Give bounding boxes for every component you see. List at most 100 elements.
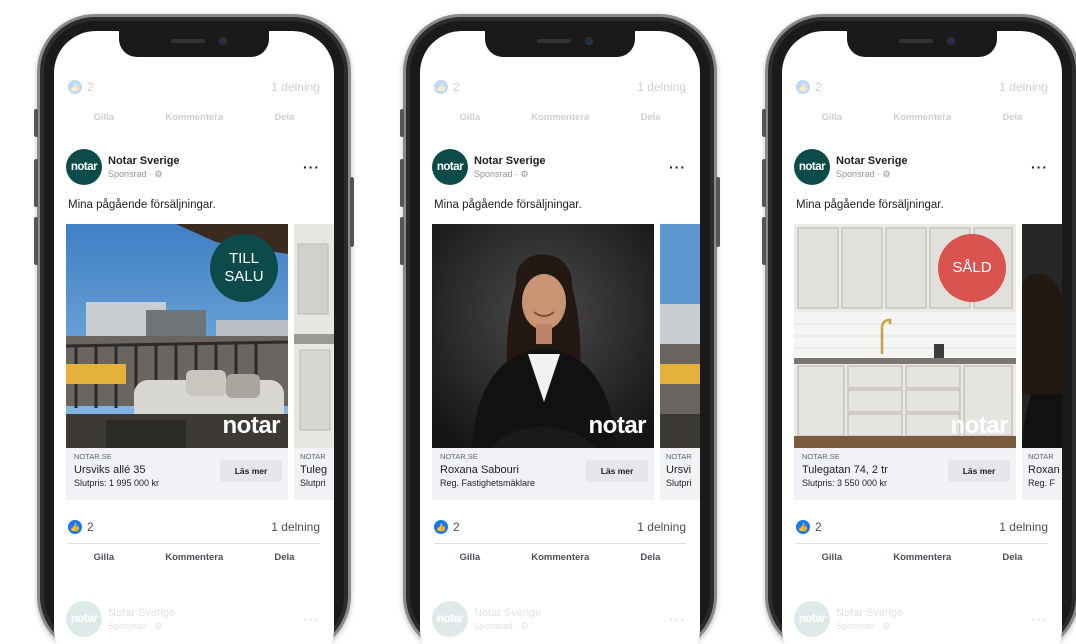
page-name: Notar Sverige [474, 606, 542, 619]
for-sale-badge: TILL SALU [210, 234, 278, 302]
ad-carousel[interactable]: SÅLD notar NOTAR.SE Tulegatan 74, 2 tr S… [794, 224, 1062, 500]
mute-switch [400, 109, 404, 137]
like-button[interactable]: Gilla [460, 552, 481, 563]
read-more-button[interactable]: Läs mer [948, 460, 1010, 482]
like-count: 2 [453, 80, 460, 94]
share-count[interactable]: 1 delning [271, 520, 320, 534]
like-count: 2 [453, 520, 460, 534]
like-reaction-icon: 👍 [796, 80, 810, 94]
card-footer[interactable]: NOTAR.SE Ursviks allé 35 Slutpris: 1 995… [66, 448, 288, 500]
volume-down-button [400, 217, 404, 265]
carousel-card[interactable]: TILL SALU notar NOTAR.SE Ursviks allé 35… [66, 224, 288, 500]
share-count: 1 delning [637, 80, 686, 94]
next-post-faded: notar Notar Sverige Sponsrad · ⚙ ··· [432, 599, 686, 639]
mute-switch [762, 109, 766, 137]
comment-button[interactable]: Kommentera [893, 552, 951, 563]
property-photo-kitchen[interactable]: SÅLD notar [794, 224, 1016, 448]
post-caption: Mina pågående försäljningar. [434, 199, 582, 211]
read-more-button[interactable]: Läs mer [220, 460, 282, 482]
more-options-icon[interactable]: ··· [669, 159, 686, 175]
camera-icon [947, 37, 955, 45]
card-footer[interactable]: NOTAR.SE Roxana Sabouri Reg. Fastighetsm… [432, 448, 654, 500]
card-subtitle: Slutpri [666, 478, 692, 488]
post-header: notar Notar Sverige Sponsrad · ⚙ ··· [794, 147, 1048, 187]
read-more-button[interactable]: Läs mer [586, 460, 648, 482]
share-count: 1 delning [271, 80, 320, 94]
avatar: notar [432, 601, 468, 637]
more-options-icon[interactable]: ··· [303, 159, 320, 175]
comment-button[interactable]: Kommentera [165, 112, 223, 123]
property-photo-balcony[interactable] [660, 224, 700, 448]
share-button[interactable]: Dela [640, 112, 660, 123]
notch [119, 31, 269, 57]
comment-button[interactable]: Kommentera [165, 552, 223, 563]
more-options-icon: ··· [669, 611, 686, 627]
comment-button[interactable]: Kommentera [531, 552, 589, 563]
phone-mockup-3: 👍 2 1 delning Gilla Kommentera Dela notar… [762, 14, 1076, 644]
share-button[interactable]: Dela [274, 112, 294, 123]
ad-carousel[interactable]: notar NOTAR.SE Roxana Sabouri Reg. Fasti… [432, 224, 700, 500]
card-domain: NOTAR [666, 452, 692, 461]
property-photo-kitchen[interactable] [294, 224, 334, 448]
like-button[interactable]: Gilla [94, 552, 115, 563]
phone-screen: 👍 2 1 delning Gilla Kommentera Dela notar… [54, 31, 334, 644]
comment-button[interactable]: Kommentera [531, 112, 589, 123]
power-button [716, 177, 720, 247]
card-subtitle: Reg. F [1028, 478, 1056, 488]
avatar: notar [66, 601, 102, 637]
sponsored-label: Sponsrad · ⚙ [474, 168, 529, 179]
page-name[interactable]: Notar Sverige [474, 155, 546, 167]
agent-portrait-photo[interactable] [1022, 224, 1062, 448]
like-button[interactable]: Gilla [460, 112, 481, 123]
carousel-card[interactable]: SÅLD notar NOTAR.SE Tulegatan 74, 2 tr S… [794, 224, 1016, 500]
volume-down-button [762, 217, 766, 265]
page-name: Notar Sverige [108, 606, 176, 619]
avatar[interactable]: notar [794, 149, 830, 185]
card-footer[interactable]: NOTAR.SE Tulegatan 74, 2 tr Slutpris: 3 … [794, 448, 1016, 500]
phone-mockup-1: 👍 2 1 delning Gilla Kommentera Dela notar… [34, 14, 354, 644]
phone-screen: 👍 2 1 delning Gilla Kommentera Dela notar… [782, 31, 1062, 644]
mute-switch [34, 109, 38, 137]
comment-button[interactable]: Kommentera [893, 112, 951, 123]
card-footer[interactable]: NOTAR Roxan Reg. F [1022, 448, 1062, 500]
share-button[interactable]: Dela [274, 552, 294, 563]
share-button[interactable]: Dela [640, 552, 660, 563]
camera-icon [585, 37, 593, 45]
post-caption: Mina pågående försäljningar. [796, 199, 944, 211]
phone-screen: 👍 2 1 delning Gilla Kommentera Dela notar… [420, 31, 700, 644]
volume-up-button [34, 159, 38, 207]
like-count: 2 [87, 80, 94, 94]
power-button [350, 177, 354, 247]
sold-badge: SÅLD [938, 234, 1006, 302]
property-photo-balcony[interactable]: TILL SALU notar [66, 224, 288, 448]
share-count[interactable]: 1 delning [637, 520, 686, 534]
page-name[interactable]: Notar Sverige [836, 155, 908, 167]
card-domain: NOTAR [300, 452, 326, 461]
carousel-card-next[interactable]: NOTAR Roxan Reg. F [1022, 224, 1062, 500]
share-button[interactable]: Dela [1002, 112, 1022, 123]
carousel-card-next[interactable]: NOTAR Tuleg Slutpri [294, 224, 334, 500]
card-footer[interactable]: NOTAR Tuleg Slutpri [294, 448, 334, 500]
like-button[interactable]: Gilla [822, 112, 843, 123]
sponsored-label: Sponsrad · ⚙ [108, 620, 163, 631]
like-button[interactable]: Gilla [94, 112, 115, 123]
card-subtitle: Slutpri [300, 478, 326, 488]
card-footer[interactable]: NOTAR Ursvi Slutpri [660, 448, 700, 500]
ad-carousel[interactable]: TILL SALU notar NOTAR.SE Ursviks allé 35… [66, 224, 334, 500]
avatar[interactable]: notar [432, 149, 468, 185]
share-count: 1 delning [999, 80, 1048, 94]
card-title: Ursvi [666, 464, 692, 476]
agent-portrait-photo[interactable]: notar [432, 224, 654, 448]
volume-up-button [762, 159, 766, 207]
carousel-card[interactable]: notar NOTAR.SE Roxana Sabouri Reg. Fasti… [432, 224, 654, 500]
carousel-card-next[interactable]: NOTAR Ursvi Slutpri [660, 224, 700, 500]
share-button[interactable]: Dela [1002, 552, 1022, 563]
more-options-icon[interactable]: ··· [1031, 159, 1048, 175]
avatar[interactable]: notar [66, 149, 102, 185]
share-count[interactable]: 1 delning [999, 520, 1048, 534]
like-button[interactable]: Gilla [822, 552, 843, 563]
page-name[interactable]: Notar Sverige [108, 155, 180, 167]
volume-up-button [400, 159, 404, 207]
more-options-icon: ··· [1031, 611, 1048, 627]
like-reaction-icon: 👍 [796, 520, 810, 534]
